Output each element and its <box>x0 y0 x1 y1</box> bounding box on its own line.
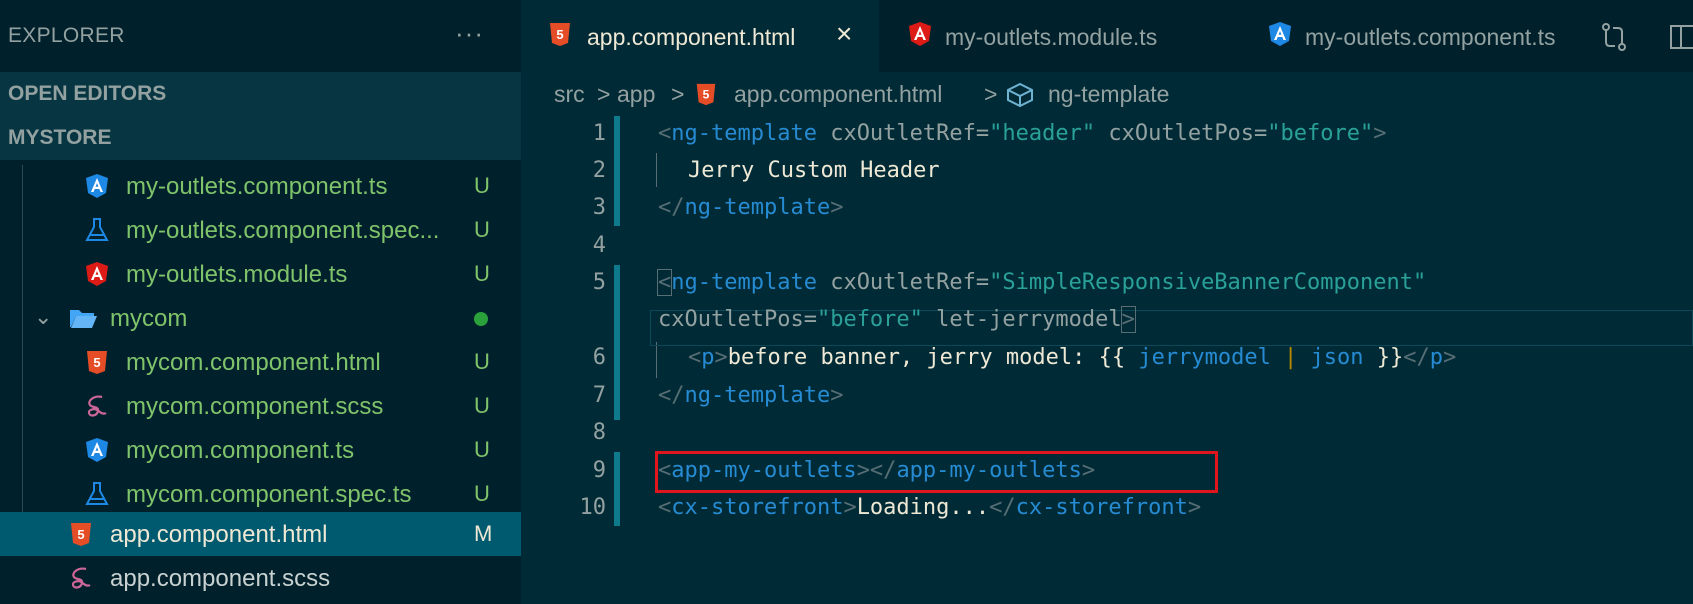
line-number: 10 <box>579 495 607 520</box>
line-number: 5 <box>592 270 606 295</box>
file-label: app.component.scss <box>110 565 331 592</box>
breadcrumb-sep: > <box>671 81 685 107</box>
chevron-down-icon[interactable]: ⌄ <box>34 304 52 330</box>
indent-guide <box>656 153 657 187</box>
breadcrumb: src > app > 5 app.component.html > ng-te… <box>521 72 1693 116</box>
project-section[interactable]: MYSTORE <box>0 116 521 160</box>
close-icon[interactable]: × <box>836 18 852 50</box>
tab-label: my-outlets.component.ts <box>1305 24 1556 50</box>
tab-label: my-outlets.module.ts <box>945 24 1158 50</box>
explorer-sidebar: EXPLORER ··· OPEN EDITORS MYSTORE my-out… <box>0 0 521 604</box>
gutter-change-bar <box>614 265 620 420</box>
code-line-5: <ng-template cxOutletRef="SimpleResponsi… <box>656 269 1427 296</box>
editor-tab-bar: 5 app.component.html × my-outlets.module… <box>521 0 1693 72</box>
tree-file-mycom-spec[interactable]: mycom.component.spec.ts U <box>0 472 521 516</box>
file-label: app.component.html <box>110 521 328 548</box>
code-line-10: <cx-storefront>Loading...</cx-storefront… <box>658 495 1202 520</box>
status-badge: M <box>474 521 493 546</box>
file-label: mycom.component.html <box>126 349 381 376</box>
line-number: 3 <box>592 195 606 220</box>
tab-label: app.component.html <box>587 24 796 50</box>
explorer-header: EXPLORER ··· <box>0 0 521 72</box>
tree-file-my-outlets-component-ts[interactable]: my-outlets.component.ts U <box>0 164 521 208</box>
svg-text:5: 5 <box>93 355 100 370</box>
project-label: MYSTORE <box>8 126 112 149</box>
tab-app-component-html[interactable]: 5 app.component.html × <box>521 0 879 72</box>
breadcrumb-src[interactable]: src <box>554 81 585 108</box>
sass-icon <box>71 567 91 589</box>
html5-icon: 5 <box>696 83 716 106</box>
file-label: mycom.component.scss <box>126 393 384 420</box>
indent-guide <box>656 342 657 378</box>
breadcrumb-sep: > <box>984 81 998 107</box>
line-number: 6 <box>592 345 606 370</box>
flask-icon <box>85 482 109 505</box>
status-badge: U <box>474 437 490 462</box>
tree-file-mycom-ts[interactable]: mycom.component.ts U <box>0 428 521 472</box>
file-label: my-outlets.component.spec... <box>126 217 440 244</box>
line-number: 8 <box>592 420 606 445</box>
html5-icon: 5 <box>71 523 91 546</box>
svg-text:5: 5 <box>556 27 563 42</box>
open-editors-label: OPEN EDITORS <box>8 82 167 105</box>
more-actions-icon[interactable]: ··· <box>455 18 484 49</box>
split-editor-icon[interactable] <box>1669 22 1693 52</box>
breadcrumb-app[interactable]: app <box>617 81 655 108</box>
html5-icon: 5 <box>87 351 107 374</box>
flask-icon <box>85 218 109 241</box>
line-number: 2 <box>592 158 606 183</box>
code-line-1: <ng-template cxOutletRef="header" cxOutl… <box>658 121 1387 146</box>
html5-icon: 5 <box>550 23 570 46</box>
code-line-5-wrap: cxOutletPos="before" let-jerrymodel> <box>658 306 1136 333</box>
breadcrumb-symbol[interactable]: ng-template <box>1048 81 1169 108</box>
tree-folder-mycom[interactable]: ⌄ mycom <box>0 296 521 340</box>
explorer-title: EXPLORER <box>8 24 125 47</box>
status-badge: U <box>474 217 490 242</box>
modified-dot <box>474 312 488 326</box>
open-editors-section[interactable]: OPEN EDITORS <box>0 72 521 116</box>
code-line-7: </ng-template> <box>658 383 844 408</box>
line-number: 7 <box>592 383 606 408</box>
file-label: mycom.component.ts <box>126 437 355 464</box>
status-badge: U <box>474 261 490 286</box>
status-badge: U <box>474 481 490 506</box>
sass-icon <box>87 395 107 417</box>
annotation-highlight-box <box>655 451 1218 493</box>
angular-blue-icon <box>86 438 108 462</box>
code-line-6: <p>before banner, jerry model: {{ jerrym… <box>688 345 1457 370</box>
folder-open-icon <box>70 310 97 328</box>
file-label: my-outlets.module.ts <box>126 261 348 288</box>
file-label: mycom.component.spec.ts <box>126 481 412 508</box>
tree-file-my-outlets-module-ts[interactable]: my-outlets.module.ts U <box>0 252 521 296</box>
angular-blue-icon <box>86 174 108 198</box>
cube-icon <box>1007 82 1033 108</box>
tree-file-app-component-scss[interactable]: app.component.scss <box>0 556 521 600</box>
code-line-3: </ng-template> <box>658 195 844 220</box>
angular-blue-icon <box>1269 22 1291 46</box>
status-badge: U <box>474 173 490 198</box>
svg-text:5: 5 <box>703 88 710 102</box>
tree-file-mycom-scss[interactable]: mycom.component.scss U <box>0 384 521 428</box>
tree-file-app-component-html[interactable]: 5 app.component.html M <box>0 512 521 556</box>
code-line-2: Jerry Custom Header <box>688 158 940 183</box>
compare-changes-icon[interactable] <box>1599 22 1629 52</box>
svg-text:5: 5 <box>77 527 84 542</box>
tab-my-outlets-component[interactable]: my-outlets.component.ts <box>1241 0 1581 72</box>
line-number: 9 <box>592 458 606 483</box>
file-label: my-outlets.component.ts <box>126 173 388 200</box>
tab-my-outlets-module[interactable]: my-outlets.module.ts <box>881 0 1239 72</box>
angular-red-icon <box>86 262 108 286</box>
breadcrumb-file[interactable]: app.component.html <box>734 81 942 108</box>
breadcrumb-sep: > <box>597 81 611 107</box>
gutter-change-bar <box>614 452 620 526</box>
angular-red-icon <box>909 22 931 46</box>
tree-file-my-outlets-spec[interactable]: my-outlets.component.spec... U <box>0 208 521 252</box>
line-number: 1 <box>592 121 606 146</box>
line-number: 4 <box>592 233 606 258</box>
status-badge: U <box>474 393 490 418</box>
status-badge: U <box>474 349 490 374</box>
tree-file-mycom-html[interactable]: 5 mycom.component.html U <box>0 340 521 384</box>
folder-label: mycom <box>110 305 188 332</box>
gutter-change-bar <box>614 116 620 226</box>
